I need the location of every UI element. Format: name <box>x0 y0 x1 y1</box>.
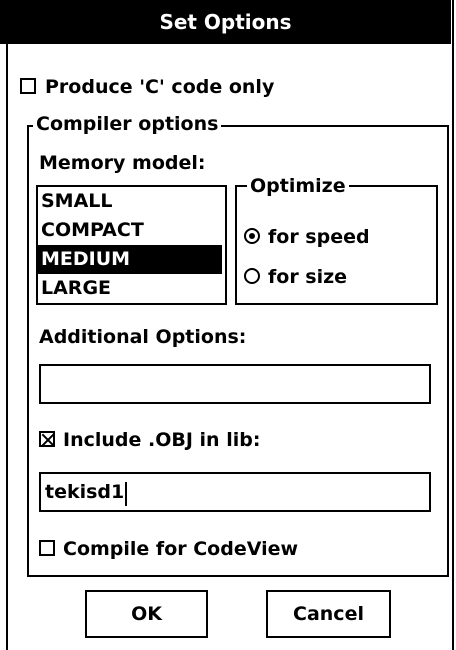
radio-selected-icon[interactable] <box>244 228 260 244</box>
produce-c-code-label: Produce 'C' code only <box>45 76 275 98</box>
include-obj-value: tekisd1 <box>45 481 125 503</box>
additional-options-value <box>41 373 45 395</box>
memory-model-item-small[interactable]: SMALL <box>38 187 222 216</box>
optimize-speed-label: for speed <box>268 226 370 248</box>
additional-options-input[interactable] <box>39 364 431 404</box>
optimize-speed-radio[interactable]: for speed <box>244 224 424 248</box>
dialog-title-bar: Set Options <box>0 0 451 44</box>
memory-model-item-medium[interactable]: MEDIUM <box>38 245 222 274</box>
include-obj-input[interactable]: tekisd1 <box>39 472 431 512</box>
checkbox-empty-icon[interactable] <box>39 540 55 556</box>
include-obj-checkbox[interactable]: Include .OBJ in lib: <box>39 428 339 452</box>
text-cursor-icon <box>125 481 128 506</box>
include-obj-label: Include .OBJ in lib: <box>63 429 261 451</box>
checkbox-checked-icon[interactable] <box>39 431 55 447</box>
memory-model-label: Memory model: <box>39 152 206 174</box>
optimize-size-label: for size <box>268 266 348 288</box>
checkbox-empty-icon[interactable] <box>20 78 36 94</box>
memory-model-item-compact[interactable]: COMPACT <box>38 216 222 245</box>
compiler-options-legend: Compiler options <box>33 113 222 135</box>
cancel-button[interactable]: Cancel <box>266 590 391 638</box>
optimize-legend: Optimize <box>247 175 349 197</box>
ok-button[interactable]: OK <box>85 590 208 638</box>
compile-codeview-label: Compile for CodeView <box>63 538 299 560</box>
produce-c-code-checkbox[interactable]: Produce 'C' code only <box>20 76 320 100</box>
memory-model-list[interactable]: SMALL COMPACT MEDIUM LARGE <box>36 185 227 305</box>
optimize-size-radio[interactable]: for size <box>244 264 424 288</box>
additional-options-label: Additional Options: <box>39 326 247 348</box>
compile-codeview-checkbox[interactable]: Compile for CodeView <box>39 538 359 562</box>
dialog-right-border <box>452 0 454 650</box>
radio-unselected-icon[interactable] <box>244 268 260 284</box>
dialog-left-border <box>6 44 8 650</box>
dialog-title: Set Options <box>159 10 292 34</box>
memory-model-item-large[interactable]: LARGE <box>38 274 222 303</box>
